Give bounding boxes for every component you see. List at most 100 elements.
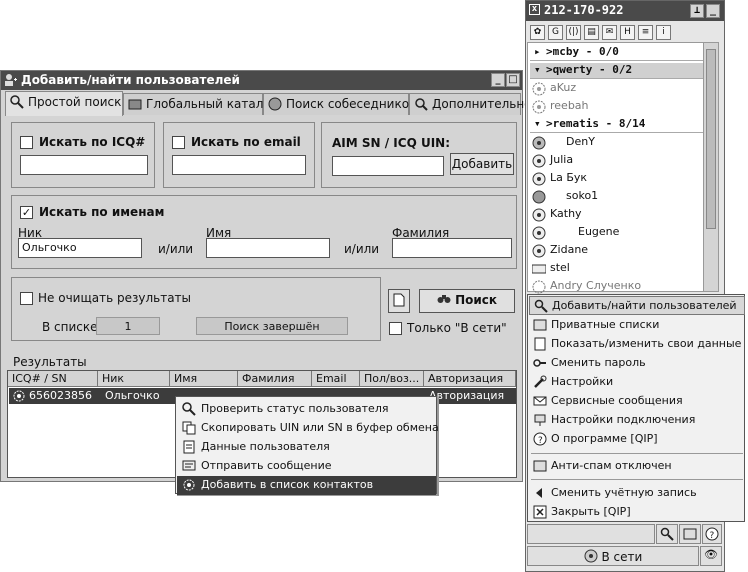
list-icon[interactable]: ≡ [638, 25, 653, 40]
group-icon[interactable]: G [548, 25, 563, 40]
menu-antispam[interactable]: Анти-спам отключен [529, 457, 745, 476]
icq-input[interactable] [20, 155, 148, 175]
menu-label: Приватные списки [551, 318, 660, 331]
column-email[interactable]: Email [312, 371, 360, 387]
menu-copy-uin[interactable]: Скопировать UIN или SN в буфер обмена [177, 419, 439, 438]
menu-add-find-users[interactable]: Добавить/найти пользователей [529, 296, 745, 315]
info-icon[interactable]: i [656, 25, 671, 40]
tab-global-catalog[interactable]: Глобальный каталог [123, 93, 277, 115]
maximize-button[interactable]: □ [506, 73, 520, 87]
new-search-button[interactable] [388, 289, 410, 313]
privacy-toggle[interactable]: 👁 [700, 546, 722, 566]
scrollbar-thumb[interactable] [706, 49, 716, 229]
private-list-icon [533, 319, 547, 331]
names-checkbox[interactable]: ✓ [20, 206, 33, 219]
contact-name: Julia [550, 153, 574, 166]
aim-input[interactable] [332, 156, 444, 176]
group-header[interactable]: ▾ >rematis - 8/14 [530, 117, 706, 133]
online-only-checkbox[interactable] [389, 322, 402, 335]
menu-about[interactable]: ? О программе [QIP] [529, 430, 745, 449]
column-gender-age[interactable]: Пол/воз... [360, 371, 424, 387]
pin-button[interactable]: ⊥ [690, 4, 704, 18]
menu-switch-account[interactable]: Сменить учётную запись [529, 484, 745, 503]
list-item[interactable]: Zidane [532, 243, 588, 260]
first-name-input[interactable] [206, 238, 330, 258]
help-tool-button[interactable]: ? [702, 524, 722, 544]
status-button[interactable]: В сети [527, 546, 699, 566]
qip-minimize-button[interactable]: _ [706, 4, 720, 18]
menu-label: Настройки [551, 375, 614, 388]
menu-connection-settings[interactable]: Настройки подключения [529, 411, 745, 430]
menu-send-message[interactable]: Отправить сообщение [177, 457, 436, 476]
tab-advanced[interactable]: Дополнительно [409, 93, 532, 115]
group-header[interactable]: ▾ >qwerty - 0/2 [530, 63, 706, 79]
help-icon[interactable]: H [620, 25, 635, 40]
icq-flower-icon [13, 390, 25, 402]
email-input[interactable] [172, 155, 306, 175]
nick-input[interactable]: Ольгочко [18, 238, 142, 258]
contact-list-scrollbar[interactable] [703, 42, 719, 292]
menu-service-messages[interactable]: Сервисные сообщения [529, 392, 745, 411]
menu-settings[interactable]: Настройки [529, 373, 745, 392]
history-icon[interactable]: ▤ [584, 25, 599, 40]
close-icon[interactable]: x [529, 4, 540, 15]
list-item[interactable]: Eugene [532, 225, 619, 242]
list-item[interactable]: stel [532, 261, 570, 278]
column-surname[interactable]: Фамилия [238, 371, 312, 387]
main-menu-button[interactable] [527, 524, 655, 544]
andor-label: и/или [344, 242, 380, 256]
menu-close-qip[interactable]: Закрыть [QIP] [529, 503, 745, 522]
list-item[interactable]: Kathy [532, 207, 582, 224]
tab-find-people[interactable]: Поиск собеседников [263, 93, 416, 115]
tab-simple-search[interactable]: Простой поиск [5, 91, 123, 116]
icq-group: Искать по ICQ# [11, 122, 155, 188]
globe-icon [268, 97, 282, 111]
list-item[interactable]: La Бук [532, 171, 587, 188]
minimize-button[interactable]: _ [491, 73, 505, 87]
tab-label: Глобальный каталог [146, 97, 278, 111]
menu-divider [531, 453, 743, 454]
no-clear-checkbox[interactable] [20, 292, 33, 305]
menu-label: Добавить/найти пользователей [552, 299, 737, 312]
list-item[interactable]: Julia [532, 153, 573, 170]
svg-text:?: ? [538, 436, 543, 446]
list-item[interactable]: DenY [532, 135, 595, 152]
magnifier-icon [10, 95, 24, 109]
menu-user-info[interactable]: Данные пользователя [177, 438, 436, 457]
surname-input[interactable] [392, 238, 512, 258]
email-group: Искать по email [163, 122, 315, 188]
add-uin-button[interactable]: Добавить [450, 153, 514, 175]
aim-group: AIM SN / ICQ UIN: Добавить [321, 122, 517, 188]
menu-my-details[interactable]: Показать/изменить свои данные [529, 335, 745, 354]
list-item[interactable]: reebah [532, 99, 589, 116]
menu-private-lists[interactable]: Приватные списки [529, 316, 745, 335]
online-flower-icon [532, 208, 546, 222]
names-label: Искать по именам [39, 205, 165, 219]
sound-icon[interactable]: (|) [566, 25, 581, 40]
gear-icon[interactable]: ✿ [530, 25, 545, 40]
contact-name: Eugene [578, 225, 620, 238]
column-uin[interactable]: ICQ# / SN [8, 371, 98, 387]
find-user-tool-button[interactable] [656, 524, 678, 544]
column-name[interactable]: Имя [170, 371, 238, 387]
contact-name: aKuz [550, 81, 577, 94]
menu-label: Сменить учётную запись [551, 486, 697, 499]
menu-divider [531, 479, 743, 480]
email-checkbox[interactable] [172, 136, 185, 149]
online-flower-icon [584, 549, 598, 563]
menu-add-contact[interactable]: Добавить в список контактов [177, 476, 436, 495]
search-button[interactable]: Поиск [419, 289, 515, 313]
add-contact-icon [183, 479, 195, 491]
menu-check-status[interactable]: Проверить статус пользователя [177, 400, 436, 419]
column-nick[interactable]: Ник [98, 371, 170, 387]
mail-icon[interactable]: ✉ [602, 25, 617, 40]
list-item[interactable]: soko1 [532, 189, 598, 206]
menu-change-password[interactable]: Сменить пароль [529, 354, 745, 373]
icq-checkbox[interactable] [20, 136, 33, 149]
catalog-icon [128, 99, 142, 110]
contacts-tool-button[interactable] [679, 524, 701, 544]
group-header[interactable]: ▸ >mcby - 0/0 [530, 45, 706, 61]
list-item[interactable]: aKuz [532, 81, 576, 98]
column-auth[interactable]: Авторизация [424, 371, 516, 387]
contact-name: soko1 [566, 189, 599, 202]
